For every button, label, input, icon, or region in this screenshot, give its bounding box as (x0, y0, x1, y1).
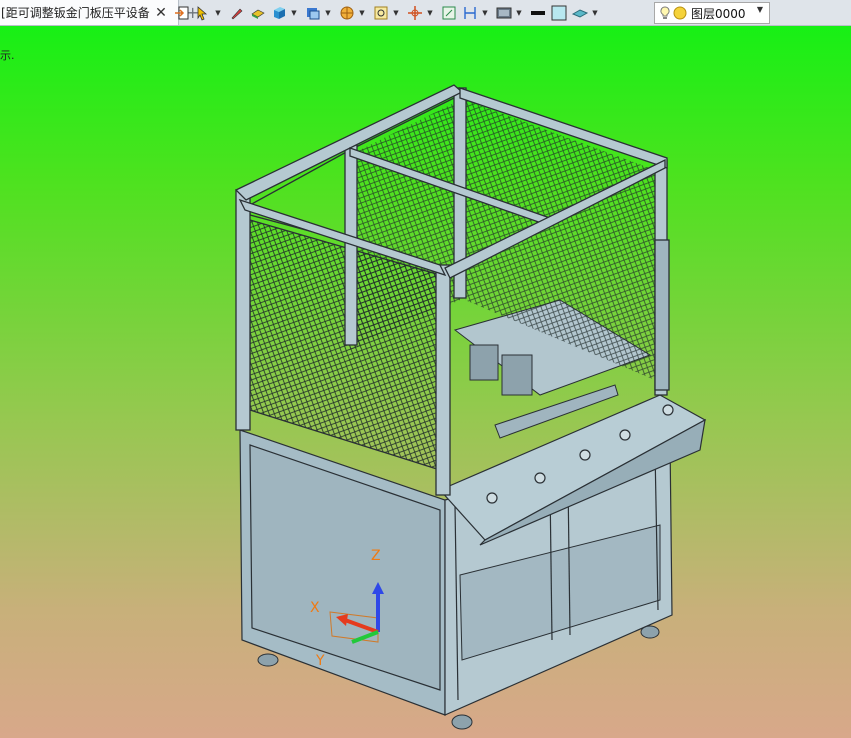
layer-plane-dropdown[interactable]: ▼ (591, 3, 599, 23)
3d-viewport[interactable]: 示. Z X Y (0, 26, 851, 738)
section-view-icon[interactable] (337, 3, 357, 23)
measure-icon[interactable] (460, 3, 480, 23)
axis-z-label: Z (371, 548, 381, 564)
box-solid-dropdown[interactable]: ▼ (290, 3, 298, 23)
lightbulb-icon[interactable] (659, 6, 671, 20)
layer-select[interactable]: 图层0000 ▼ (654, 2, 770, 24)
display-mode-icon[interactable] (494, 3, 514, 23)
line-style-icon[interactable] (528, 3, 548, 23)
document-tab[interactable]: 距可调整钣金门板压平设备] ✕ (0, 0, 179, 25)
axis-x-label: X (310, 600, 320, 616)
pointer-select-dropdown[interactable]: ▼ (214, 3, 222, 23)
layer-select-value: 图层0000 (691, 6, 746, 21)
chevron-down-icon[interactable]: ▼ (757, 5, 763, 14)
fill-color-icon[interactable] (549, 3, 569, 23)
brush-icon[interactable] (227, 3, 247, 23)
view-toolbar: ▼ ▼ ▼ ▼ ▼ ▼ ▼ ▼ ▼ (172, 1, 604, 25)
fit-view-icon[interactable] (439, 3, 459, 23)
measure-dropdown[interactable]: ▼ (481, 3, 489, 23)
machine-3d-model[interactable]: Z X Y (0, 26, 851, 738)
view-orientation-dropdown[interactable]: ▼ (324, 3, 332, 23)
axis-y-label: Y (315, 653, 325, 669)
display-mode-dropdown[interactable]: ▼ (515, 3, 523, 23)
move-axis-icon[interactable] (405, 3, 425, 23)
layer-plane-icon[interactable] (570, 3, 590, 23)
face-color-icon[interactable] (248, 3, 268, 23)
sun-icon[interactable] (673, 6, 687, 20)
move-axis-dropdown[interactable]: ▼ (426, 3, 434, 23)
import-icon[interactable] (172, 3, 192, 23)
box-solid-icon[interactable] (269, 3, 289, 23)
close-tab-icon[interactable]: ✕ (153, 5, 169, 21)
zoom-dropdown[interactable]: ▼ (392, 3, 400, 23)
zoom-icon[interactable] (371, 3, 391, 23)
section-view-dropdown[interactable]: ▼ (358, 3, 366, 23)
view-orientation-icon[interactable] (303, 3, 323, 23)
document-tab-title: 距可调整钣金门板压平设备] (1, 6, 150, 20)
pointer-select-icon[interactable] (193, 3, 213, 23)
